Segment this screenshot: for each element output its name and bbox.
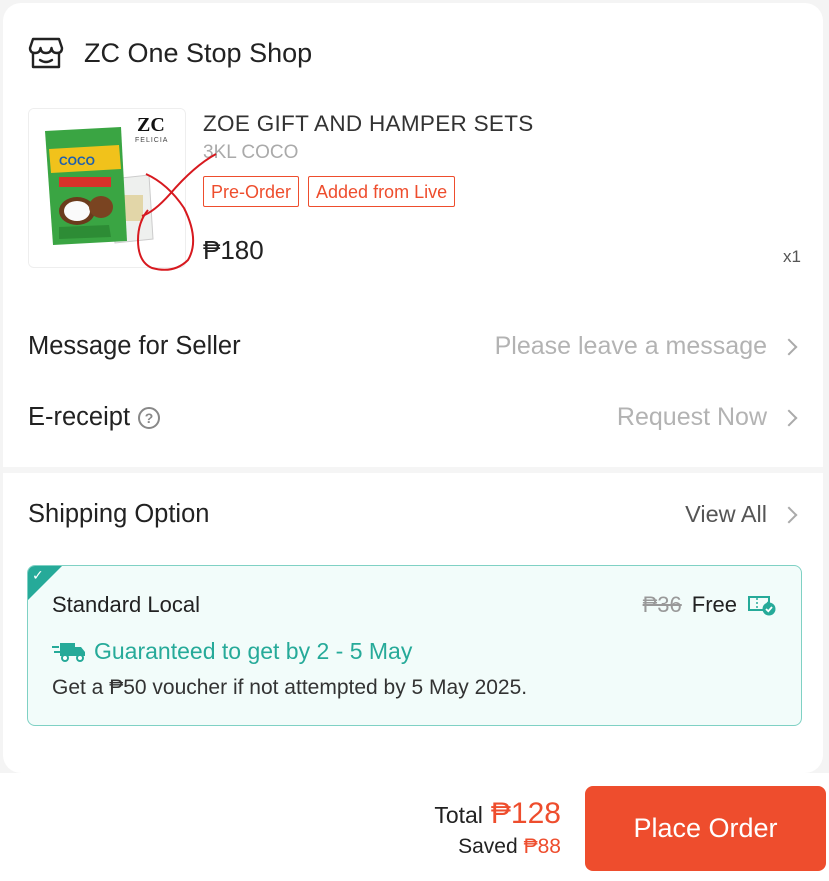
message-for-seller-row[interactable]: Message for Seller Please leave a messag… — [28, 332, 799, 361]
request-now-label: Request Now — [616, 403, 767, 431]
total-label: Total — [434, 802, 483, 828]
product-title: ZOE GIFT AND HAMPER SETS — [203, 111, 534, 136]
help-icon[interactable]: ? — [138, 406, 161, 429]
saved-label: Saved — [458, 835, 518, 858]
total-line: Total ₱128 — [434, 797, 561, 831]
view-all-link[interactable]: View All — [685, 501, 799, 528]
e-receipt-row[interactable]: E-receipt ? Request Now — [28, 403, 799, 432]
shipping-option-card[interactable]: ✓ Standard Local ₱36 Free Guaranteed to … — [27, 565, 802, 726]
tag-added-from-live: Added from Live — [308, 176, 456, 207]
e-receipt-label: E-receipt — [28, 403, 131, 431]
checkmark-icon: ✓ — [32, 567, 44, 583]
total-amount: ₱128 — [490, 797, 561, 830]
product-quantity: x1 — [783, 247, 801, 266]
product-image[interactable]: ZC FELICIA COCO — [28, 108, 186, 268]
shipping-voucher-icon — [748, 596, 776, 616]
tag-pre-order: Pre-Order — [203, 176, 300, 207]
svg-text:ZC: ZC — [137, 114, 165, 136]
message-label: Message for Seller — [28, 332, 241, 360]
product-photo: ZC FELICIA COCO — [29, 109, 185, 267]
place-order-button[interactable]: Place Order — [585, 786, 826, 871]
saved-amount: ₱88 — [523, 835, 561, 858]
shipping-method-name: Standard Local — [52, 592, 200, 617]
request-now-link[interactable]: Request Now — [617, 403, 799, 432]
shipping-option-title: Shipping Option — [28, 500, 210, 528]
saved-line: Saved ₱88 — [434, 835, 561, 859]
delivery-guarantee: Guaranteed to get by 2 - 5 May — [52, 638, 412, 665]
section-divider — [3, 467, 823, 473]
product-tags: Pre-Order Added from Live — [203, 176, 456, 207]
product-variant: 3KL COCO — [203, 142, 299, 163]
delivery-guarantee-text: Guaranteed to get by 2 - 5 May — [94, 638, 413, 664]
store-icon — [28, 37, 64, 69]
chevron-right-icon — [780, 409, 798, 426]
order-totals: Total ₱128 Saved ₱88 — [434, 797, 561, 859]
shipping-option-header: Shipping Option View All — [28, 500, 799, 529]
view-all-label: View All — [685, 501, 767, 527]
svg-text:COCO: COCO — [59, 154, 95, 168]
delivery-truck-icon — [52, 642, 85, 662]
late-delivery-voucher-note: Get a ₱50 voucher if not attempted by 5 … — [52, 676, 528, 699]
chevron-right-icon — [780, 506, 798, 523]
product-price: ₱180 — [203, 235, 264, 265]
checkout-bottom-bar: Total ₱128 Saved ₱88 Place Order — [0, 773, 829, 881]
shop-name: ZC One Stop Shop — [84, 37, 313, 68]
shop-header[interactable]: ZC One Stop Shop — [28, 36, 312, 70]
chevron-right-icon — [780, 338, 798, 355]
message-placeholder: Please leave a message — [494, 332, 767, 360]
svg-text:FELICIA: FELICIA — [135, 137, 168, 144]
shipping-fee: ₱36 Free — [643, 592, 777, 618]
message-input[interactable]: Please leave a message — [495, 332, 799, 361]
e-receipt-label-group: E-receipt ? — [28, 403, 161, 432]
shipping-old-price: ₱36 — [642, 592, 682, 617]
shipping-price: Free — [691, 592, 737, 617]
